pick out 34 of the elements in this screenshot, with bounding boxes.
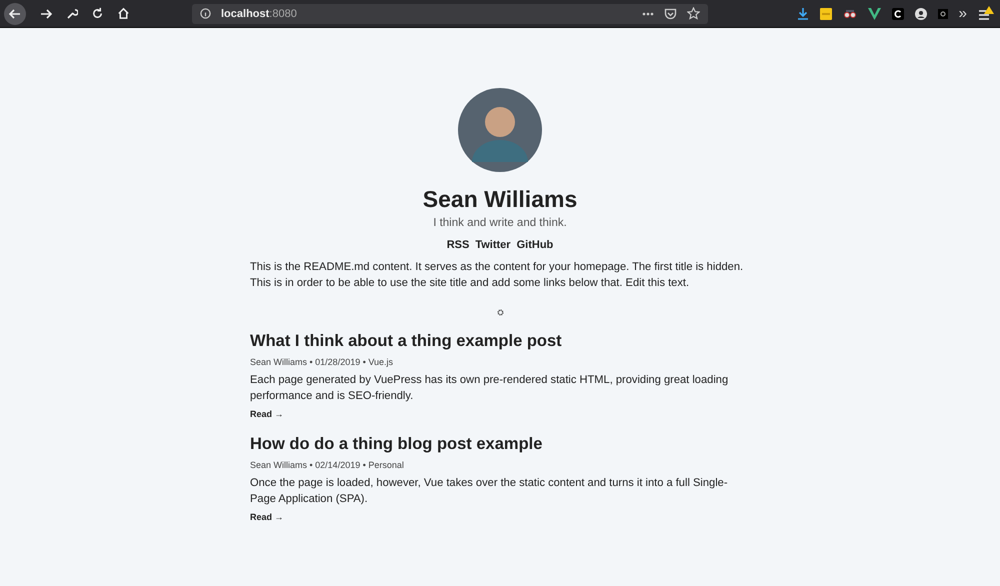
pocket-icon[interactable] bbox=[664, 8, 677, 20]
menu-icon[interactable] bbox=[978, 6, 994, 22]
post-meta: Sean Williams • 01/28/2019 • Vue.js bbox=[250, 357, 394, 368]
post-excerpt: Each page generated by VuePress has its own pre-rendered static HTML, providing great loading performance and is SEO-friendly. bbox=[250, 373, 730, 404]
extension-icon[interactable] bbox=[820, 8, 832, 20]
post-meta: Sean Williams • 02/14/2019 • Personal bbox=[250, 460, 405, 471]
overflow-menu-button[interactable]: » bbox=[958, 6, 967, 22]
gear-icon bbox=[496, 309, 504, 316]
reload-icon[interactable] bbox=[91, 7, 104, 20]
post-excerpt: Once the page is loaded, however, Vue takes over the static content and turns it into a full Single-Page Application (SPA). bbox=[250, 476, 729, 507]
post-title[interactable]: What I think about a thing example post bbox=[250, 330, 750, 352]
url-text: localhost:8080 bbox=[221, 8, 297, 20]
social-link[interactable]: Twitter bbox=[475, 238, 511, 252]
intro-paragraph: This is the README.md content. It serves as the content for your homepage. The first title is hidden. This is in order to be able to use the site title and add some links below that. Edit this text. bbox=[250, 260, 744, 291]
read-link[interactable]: Read → bbox=[250, 512, 284, 523]
home-icon[interactable] bbox=[117, 7, 130, 20]
star-icon[interactable] bbox=[687, 7, 700, 20]
forward-icon[interactable] bbox=[39, 6, 53, 20]
social-link[interactable]: GitHub bbox=[516, 238, 554, 252]
more-icon[interactable] bbox=[642, 12, 654, 16]
read-link[interactable]: Read → bbox=[250, 409, 284, 420]
v-logo-icon[interactable] bbox=[868, 8, 881, 20]
social-link[interactable]: RSS bbox=[446, 238, 470, 252]
site-title: Sean Williams bbox=[422, 185, 578, 213]
back-button[interactable] bbox=[4, 2, 26, 24]
site-tagline: I think and write and think. bbox=[433, 216, 567, 230]
glasses-icon[interactable] bbox=[842, 8, 857, 18]
c-logo-icon[interactable] bbox=[892, 8, 904, 20]
info-icon[interactable] bbox=[200, 8, 211, 19]
back-arrow-icon[interactable] bbox=[8, 6, 22, 20]
download-icon[interactable] bbox=[796, 7, 809, 20]
post-title[interactable]: How do do a thing blog post example bbox=[250, 433, 750, 455]
account-icon[interactable] bbox=[914, 8, 927, 20]
address-bar[interactable]: localhost:8080 bbox=[192, 4, 708, 24]
